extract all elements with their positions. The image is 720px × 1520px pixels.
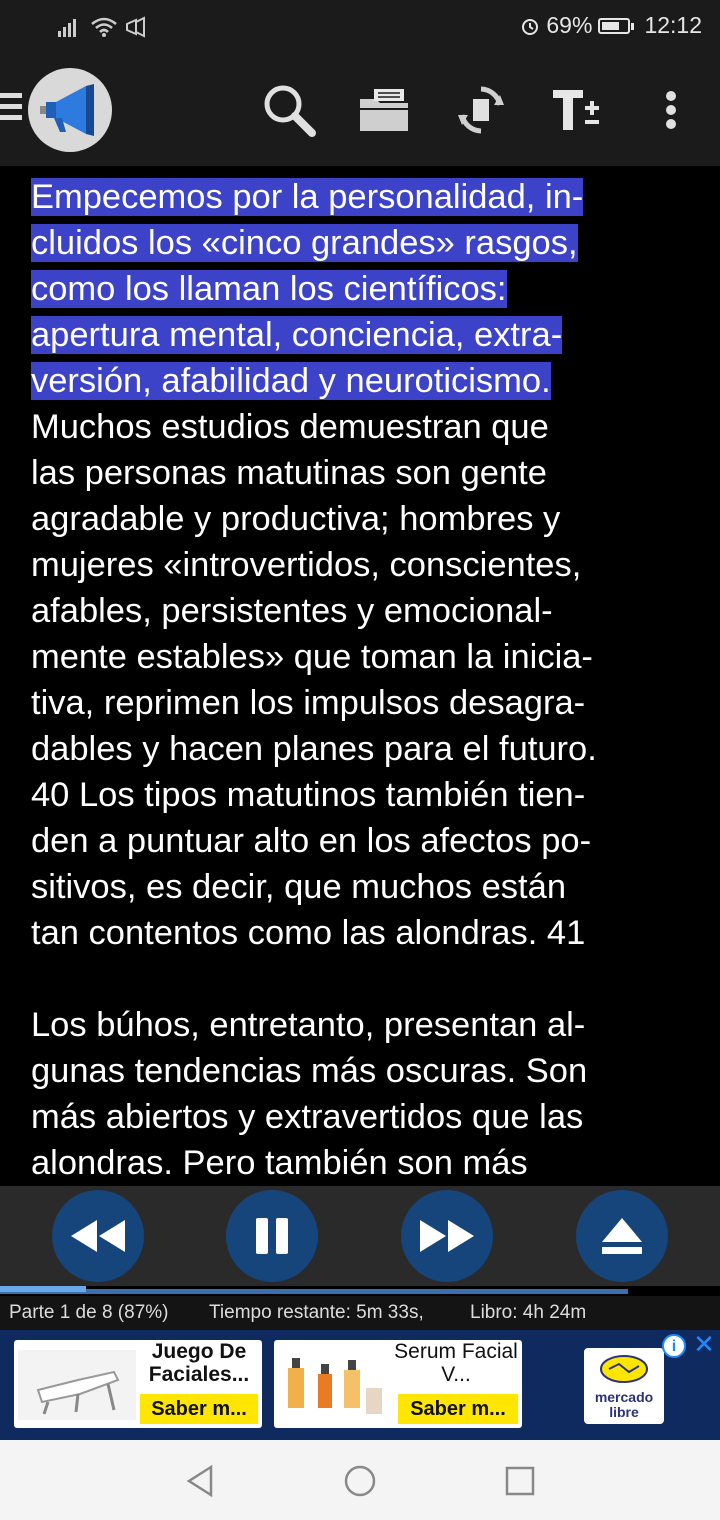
rewind-icon: [71, 1220, 125, 1252]
ad-card-1[interactable]: Juego De Faciales... Saber m...: [14, 1340, 262, 1428]
clock: 12:12: [644, 12, 702, 38]
lounge-chair-image: [18, 1350, 136, 1420]
ad-banner[interactable]: Juego De Faciales... Saber m... Serum Fa…: [0, 1330, 720, 1440]
progress-track[interactable]: [0, 1289, 628, 1294]
text-line: 40 Los tipos matutinos también tien-: [31, 776, 586, 814]
highlight-line: Empecemos por la personalidad, in-: [31, 178, 584, 216]
text-line: tan contentos como las alondras. 41: [31, 914, 586, 952]
text-line: Muchos estudios demuestran que: [31, 408, 549, 446]
back-icon[interactable]: [183, 1464, 217, 1498]
ad-card-2-cta[interactable]: Saber m...: [398, 1394, 518, 1424]
text-line: las personas matutinas son gente: [31, 454, 547, 492]
megaphone-logo[interactable]: [28, 68, 112, 152]
folder-icon[interactable]: [356, 82, 412, 138]
recents-icon[interactable]: [503, 1464, 537, 1498]
ad-card-1-cta[interactable]: Saber m...: [140, 1394, 258, 1424]
battery-percent: 69%: [546, 12, 593, 38]
home-icon[interactable]: [343, 1464, 377, 1498]
mercado-libre-logo[interactable]: mercado libre: [584, 1348, 664, 1424]
pause-icon: [256, 1218, 288, 1254]
ad-card-1-title: Juego De Faciales...: [148, 1340, 250, 1386]
status-right: 69% 12:12: [520, 12, 702, 39]
ad-close-icon[interactable]: ✕: [692, 1331, 716, 1357]
search-icon[interactable]: [260, 82, 316, 138]
eject-button[interactable]: [576, 1190, 668, 1282]
remaining-time: Tiempo restante: 5m 33s,: [209, 1302, 424, 1323]
ad-card-2[interactable]: Serum Facial V... Saber m...: [274, 1340, 522, 1428]
sync-icon[interactable]: [453, 82, 509, 138]
megaphone-icon: [40, 84, 94, 136]
system-nav-bar: [0, 1440, 720, 1520]
book-duration: Libro: 4h 24m: [470, 1302, 587, 1323]
highlight-line: cluidos los «cinco grandes» rasgos,: [31, 224, 578, 262]
playback-info-bar: Parte 1 de 8 (87%) Tiempo restante: 5m 3…: [0, 1296, 720, 1330]
megaphone-status-icon: [126, 16, 145, 38]
part-indicator: Parte 1 de 8 (87%): [9, 1302, 169, 1323]
ad-info-icon[interactable]: i: [662, 1334, 686, 1358]
app-toolbar: [0, 56, 720, 166]
reader-text-area[interactable]: Empecemos por la personalidad, in- cluid…: [0, 166, 720, 1186]
ad-card-2-title: Serum Facial V...: [394, 1340, 518, 1386]
text-line: sitivos, es decir, que muchos están: [31, 868, 567, 906]
brand-text: mercado libre: [594, 1389, 654, 1420]
progress-fill: [0, 1286, 86, 1292]
rewind-button[interactable]: [52, 1190, 144, 1282]
status-bar: 69% 12:12: [0, 0, 720, 56]
paragraph-2: Los búhos, entretanto, presentan al- gun…: [31, 1002, 691, 1186]
battery-icon: [598, 17, 635, 34]
highlight-line: como los llaman los científicos:: [31, 270, 507, 308]
player-controls: [0, 1186, 720, 1286]
status-left-icons: [58, 16, 148, 38]
serum-bottles-image: [278, 1348, 388, 1422]
text-line: afables, persistentes y emocional-: [31, 592, 553, 630]
text-line: gunas tendencias más oscuras. Son: [31, 1052, 588, 1090]
highlight-line: apertura mental, conciencia, extra-: [31, 316, 563, 354]
pause-button[interactable]: [226, 1190, 318, 1282]
text-line: mente estables» que toman la inicia-: [31, 638, 593, 676]
text-line: dables y hacen planes para el futuro.: [31, 730, 597, 768]
highlighted-sentence: Empecemos por la personalidad, in- cluid…: [31, 174, 691, 404]
text-line: den a puntuar alto en los afectos po-: [31, 822, 592, 860]
text-line: agradable y productiva; hombres y: [31, 500, 561, 538]
text-size-icon[interactable]: [548, 82, 604, 138]
alarm-icon: [522, 18, 539, 35]
menu-icon[interactable]: [0, 93, 22, 127]
fast-forward-button[interactable]: [401, 1190, 493, 1282]
text-line: Los búhos, entretanto, presentan al-: [31, 1006, 586, 1044]
reader-content: Empecemos por la personalidad, in- cluid…: [31, 174, 691, 1186]
more-vert-icon[interactable]: [643, 82, 699, 138]
paragraph-1: Muchos estudios demuestran que las perso…: [31, 404, 691, 956]
signal-icon: [58, 19, 76, 37]
eject-icon: [602, 1218, 642, 1254]
text-line: alondras. Pero también son más: [31, 1144, 528, 1182]
fast-forward-icon: [420, 1220, 474, 1252]
highlight-line: versión, afabilidad y neuroticismo.: [31, 362, 551, 400]
text-line: más abiertos y extravertidos que las: [31, 1098, 584, 1136]
handshake-icon: [600, 1355, 648, 1383]
wifi-icon: [91, 17, 117, 37]
text-line: tiva, reprimen los impulsos desagra-: [31, 684, 586, 722]
text-line: mujeres «introvertidos, conscientes,: [31, 546, 582, 584]
